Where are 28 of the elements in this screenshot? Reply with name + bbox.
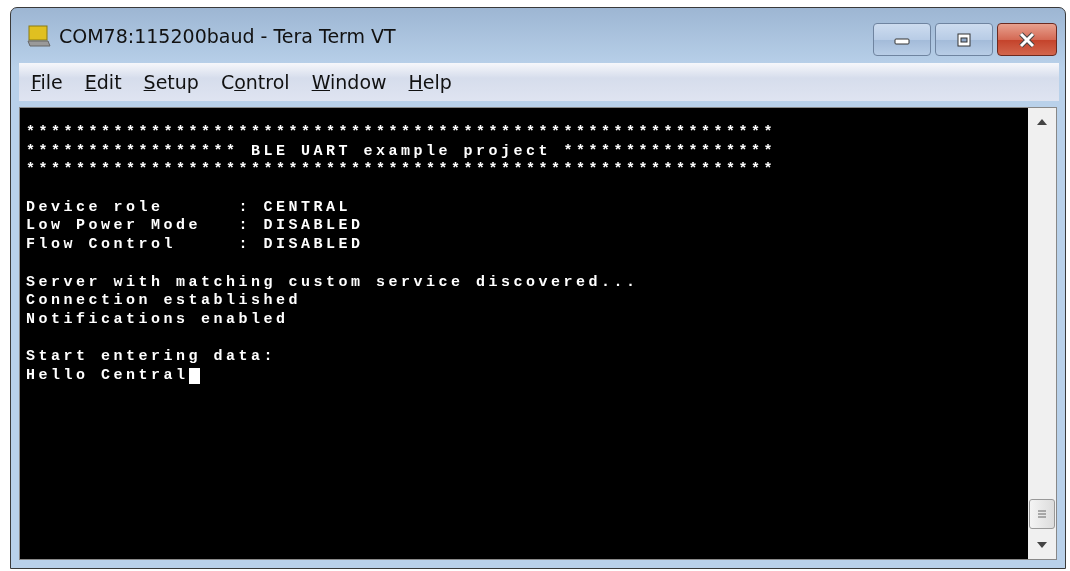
- terminal-line: Device role : CENTRAL: [26, 198, 352, 218]
- terminal-line: Flow Control : DISABLED: [26, 236, 364, 255]
- maximize-icon: [957, 32, 971, 47]
- menu-item[interactable]: Setup: [143, 71, 199, 93]
- menu-item[interactable]: Help: [408, 71, 452, 93]
- terminal-line: ************************************************************: [26, 124, 777, 143]
- terminal-line: Connection established: [26, 292, 302, 311]
- close-icon: [1017, 31, 1037, 48]
- terminal-line: ************************************************************: [26, 161, 777, 181]
- scrollbar-thumb[interactable]: [1029, 499, 1055, 529]
- menu-item[interactable]: File: [31, 71, 63, 93]
- menu-item[interactable]: Window: [311, 71, 387, 93]
- menu-item[interactable]: Control: [220, 71, 290, 93]
- terminal-line: Start entering data:: [26, 348, 277, 367]
- terminal-app-icon: [27, 24, 51, 47]
- menu-item[interactable]: Edit: [84, 71, 122, 93]
- scroll-down-icon[interactable]: [1036, 541, 1048, 549]
- terminal-line: Hello Central: [26, 366, 189, 386]
- vertical-scrollbar[interactable]: [1028, 108, 1056, 559]
- scroll-up-icon[interactable]: [1036, 118, 1048, 126]
- terminal-line: Low Power Mode : DISABLED: [26, 217, 364, 237]
- maximize-button[interactable]: [935, 23, 993, 56]
- terminal-line: ***************** BLE UART example project *****************: [26, 142, 777, 162]
- terminal-line: Notifications enabled: [26, 310, 289, 330]
- close-button[interactable]: [997, 23, 1057, 56]
- terminal-line: Server with matching custom service discovered...: [26, 273, 639, 293]
- minimize-button[interactable]: [873, 23, 931, 56]
- window-title: COM78:115200baud - Tera Term VT: [59, 24, 397, 47]
